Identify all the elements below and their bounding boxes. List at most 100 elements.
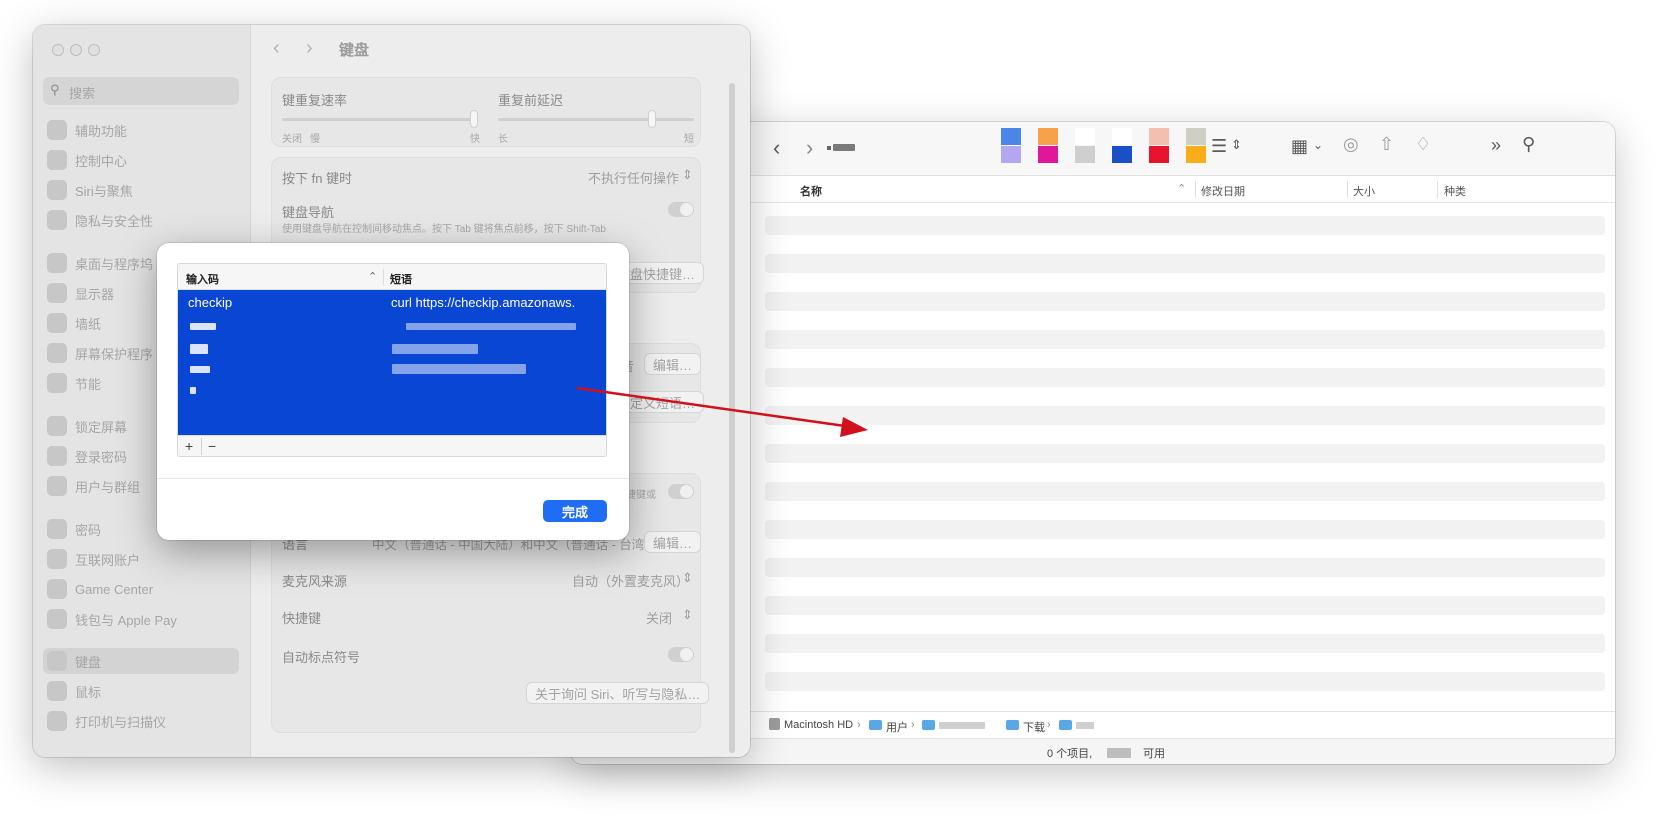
list-view-icon[interactable]: ☰ <box>1211 136 1227 157</box>
search-icon: ⚲ <box>50 82 60 97</box>
column-date[interactable]: 修改日期 <box>1201 183 1245 199</box>
remove-button[interactable]: − <box>208 438 216 454</box>
row5-input-redacted[interactable] <box>190 387 196 394</box>
list-item <box>765 558 1605 577</box>
window-title-redacted <box>833 144 855 151</box>
search-icon[interactable]: ⚲ <box>1522 134 1535 155</box>
folder-icon <box>1059 720 1072 730</box>
tag-color-swatch[interactable] <box>1075 146 1095 163</box>
row3-input-redacted[interactable] <box>190 344 208 354</box>
column-divider <box>1437 181 1438 198</box>
back-icon[interactable]: ‹ <box>273 37 280 60</box>
table-header: 输入码 ⌃ 短语 <box>178 264 606 290</box>
keyboard-nav-toggle[interactable] <box>668 202 694 217</box>
tag-color-swatch[interactable] <box>1075 128 1095 145</box>
sidebar-item-siri[interactable]: Siri与聚焦 <box>47 177 247 203</box>
view-chevron-icon[interactable]: ⇕ <box>1231 137 1242 153</box>
table-body-selected[interactable]: checkip curl https://checkip.amazonaws. <box>178 290 606 435</box>
row2-input-redacted[interactable] <box>190 323 216 330</box>
folder-icon <box>869 720 882 730</box>
repeat-delay-knob[interactable] <box>648 110 656 128</box>
sidebar-item-accessibility[interactable]: 辅助功能 <box>47 117 247 143</box>
column-name[interactable]: 名称 <box>800 183 822 199</box>
column-phrase[interactable]: 短语 <box>390 271 412 287</box>
row4-phrase-redacted[interactable] <box>392 364 526 374</box>
input-sources-edit-button[interactable]: 编辑… <box>644 353 702 375</box>
tag-icon[interactable]: ♢ <box>1415 134 1431 155</box>
tag-color-swatch[interactable] <box>1038 146 1058 163</box>
column-input-code[interactable]: 输入码 <box>186 271 219 287</box>
tag-color-swatch[interactable] <box>1112 128 1132 145</box>
shortcut-popup[interactable]: 关闭 <box>646 608 672 627</box>
add-button[interactable]: + <box>185 438 193 454</box>
sidebar-item-internet-accounts[interactable]: 互联网账户 <box>47 546 247 572</box>
back-icon[interactable]: ‹ <box>773 135 780 161</box>
mic-source-popup[interactable]: 自动（外置麦克风） <box>572 571 689 590</box>
auto-punctuation-toggle[interactable] <box>668 647 694 662</box>
tag-color-swatch[interactable] <box>1001 128 1021 145</box>
sidebar-item-printers[interactable]: 打印机与扫描仪 <box>47 708 247 734</box>
dictation-toggle[interactable] <box>668 484 694 499</box>
close-window-button[interactable] <box>52 44 64 56</box>
sidebar-item-label: 控制中心 <box>75 153 128 169</box>
forward-icon[interactable]: › <box>806 135 813 161</box>
list-item <box>765 482 1605 501</box>
tag-color-swatch[interactable] <box>1186 128 1206 145</box>
sort-ascending-icon[interactable]: ⌃ <box>368 270 377 283</box>
row1-input[interactable]: checkip <box>188 295 232 310</box>
sidebar-item-mouse[interactable]: 鼠标 <box>47 678 247 704</box>
sidebar-item-keyboard[interactable]: 键盘 <box>43 648 239 674</box>
share-icon[interactable]: ⇧ <box>1379 134 1394 155</box>
list-item <box>765 406 1605 425</box>
about-siri-privacy-button[interactable]: 关于询问 Siri、听写与隐私… <box>526 682 710 704</box>
zoom-window-button[interactable] <box>88 44 100 56</box>
button-divider <box>201 438 202 455</box>
fn-key-popup[interactable]: 不执行任何操作 <box>588 168 679 187</box>
repeat-rate-slider[interactable] <box>282 118 478 121</box>
path-users[interactable]: 用户 <box>886 719 908 735</box>
path-downloads[interactable]: 下载 <box>1023 719 1045 735</box>
group-icon[interactable]: ▦ <box>1291 136 1308 157</box>
airdrop-icon[interactable]: ◎ <box>1343 134 1359 155</box>
settings-scrollbar[interactable] <box>729 83 735 753</box>
path-separator: › <box>1047 719 1051 731</box>
tag-color-swatch[interactable] <box>1149 128 1169 145</box>
tag-color-swatch[interactable] <box>1038 128 1058 145</box>
language-edit-button[interactable]: 编辑… <box>644 531 702 553</box>
minimize-window-button[interactable] <box>70 44 82 56</box>
forward-icon[interactable]: › <box>306 37 313 60</box>
siri-icon <box>47 180 67 200</box>
row1-phrase[interactable]: curl https://checkip.amazonaws. <box>391 295 575 310</box>
repeat-rate-knob[interactable] <box>470 110 478 128</box>
chevron-down-icon[interactable]: ⌄ <box>1313 138 1323 152</box>
column-kind[interactable]: 种类 <box>1444 183 1466 199</box>
free-space-redacted <box>1107 748 1131 758</box>
row3-phrase-redacted[interactable] <box>392 344 478 354</box>
keyboard-icon <box>47 651 67 671</box>
rate-fast-label: 快 <box>470 134 480 145</box>
sidebar-item-wallet[interactable]: 钱包与 Apple Pay <box>47 606 247 632</box>
more-toolbar-icon[interactable]: » <box>1491 135 1501 156</box>
users-icon <box>47 476 67 496</box>
repeat-delay-slider[interactable] <box>498 118 694 121</box>
row2-phrase-redacted[interactable] <box>406 323 576 330</box>
popup-chevron-icon: ⇕ <box>682 607 693 622</box>
sidebar-item-control-center[interactable]: 控制中心 <box>47 147 247 173</box>
sidebar-item-label: 显示器 <box>75 286 115 302</box>
column-size[interactable]: 大小 <box>1353 183 1375 199</box>
list-item <box>765 672 1605 691</box>
sort-ascending-icon[interactable]: ⌃ <box>1177 182 1186 195</box>
tag-color-swatch[interactable] <box>1149 146 1169 163</box>
list-item <box>765 634 1605 653</box>
tag-color-swatch[interactable] <box>1001 146 1021 163</box>
tag-color-swatch[interactable] <box>1112 146 1132 163</box>
rate-slow-label: 慢 <box>310 134 320 145</box>
sidebar-item-label: 辅助功能 <box>75 123 128 139</box>
path-disk[interactable]: Macintosh HD <box>784 719 853 731</box>
tag-color-swatch[interactable] <box>1186 146 1206 163</box>
sidebar-item-game-center[interactable]: Game Center <box>47 576 247 602</box>
settings-search-input[interactable]: ⚲ 搜索 <box>43 77 239 105</box>
done-button[interactable]: 完成 <box>543 500 607 522</box>
sidebar-item-privacy[interactable]: 隐私与安全性 <box>47 207 247 233</box>
row4-input-redacted[interactable] <box>190 366 210 373</box>
